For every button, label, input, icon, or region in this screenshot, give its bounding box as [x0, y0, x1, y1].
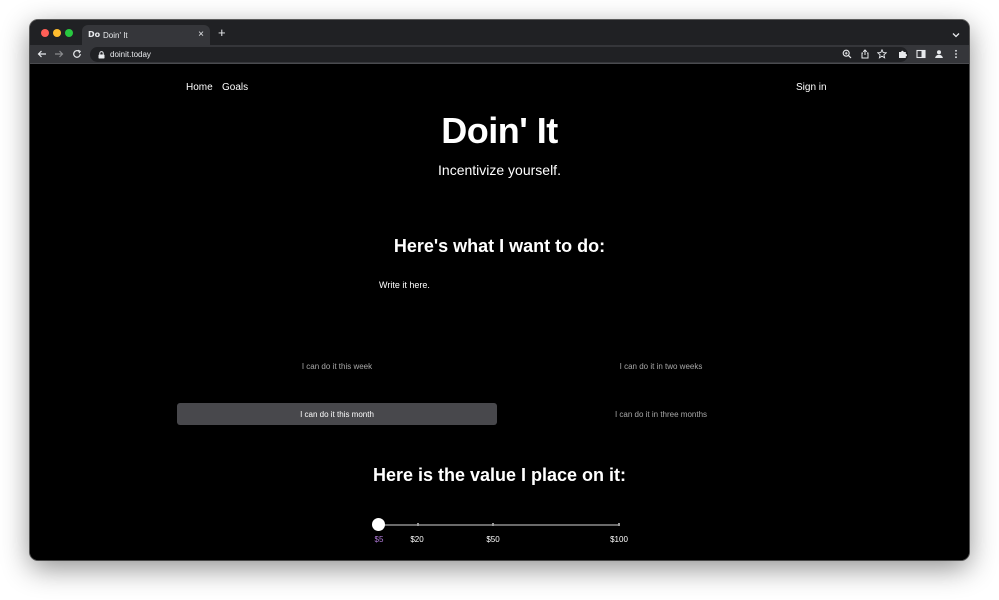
value-slider-track[interactable] [379, 524, 620, 526]
sign-in-link[interactable]: Sign in [796, 82, 827, 93]
new-tab-button[interactable]: + [218, 26, 226, 40]
url-text: doinit.today [110, 50, 151, 59]
tab-search-icon[interactable] [951, 27, 961, 38]
browser-tab[interactable]: Do Doin' It × [82, 25, 210, 45]
option-three-months[interactable]: I can do it in three months [501, 403, 821, 425]
sidebar-icon[interactable] [915, 48, 927, 60]
nav-home-link[interactable]: Home [186, 82, 213, 93]
browser-toolbar: doinit.today [30, 45, 969, 64]
arrow-left-icon[interactable] [36, 48, 48, 60]
maximize-window-button[interactable] [65, 29, 73, 37]
page-title: Doin' It [441, 110, 558, 151]
slider-label-5: $5 [374, 535, 384, 544]
minimize-window-button[interactable] [53, 29, 61, 37]
goal-input[interactable] [379, 276, 619, 294]
slider-tick [417, 523, 419, 526]
share-icon[interactable] [859, 48, 871, 60]
page-content: Home Goals Sign in Doin' It Incentivize … [30, 65, 969, 560]
zoom-icon[interactable] [841, 48, 853, 60]
option-two-weeks[interactable]: I can do it in two weeks [501, 355, 821, 377]
tab-title: Doin' It [103, 30, 128, 40]
slider-label-20: $20 [410, 535, 424, 544]
favicon-icon: Do [88, 30, 101, 39]
reload-icon[interactable] [71, 48, 83, 60]
close-tab-icon[interactable]: × [198, 30, 204, 40]
slider-tick [492, 523, 494, 526]
slider-label-100: $100 [610, 535, 628, 544]
profile-icon[interactable] [933, 48, 945, 60]
tab-strip: Do Doin' It × + [30, 20, 969, 45]
close-window-button[interactable] [41, 29, 49, 37]
nav-goals-link[interactable]: Goals [222, 82, 248, 93]
option-this-week[interactable]: I can do it this week [177, 355, 497, 377]
puzzle-icon[interactable] [897, 48, 909, 60]
slider-tick [618, 523, 620, 526]
slider-label-50: $50 [486, 535, 500, 544]
browser-window: Do Doin' It × + doinit.today Home Goals … [30, 20, 969, 560]
value-heading: Here is the value I place on it: [372, 465, 627, 485]
page-subtitle: Incentivize yourself. [438, 162, 561, 178]
lock-icon [98, 46, 105, 64]
option-this-month[interactable]: I can do it this month [177, 403, 497, 425]
goal-heading: Here's what I want to do: [393, 236, 606, 256]
address-bar[interactable]: doinit.today [90, 47, 908, 62]
kebab-menu-icon[interactable] [950, 48, 962, 60]
value-slider-thumb[interactable] [372, 518, 385, 531]
arrow-right-icon[interactable] [53, 48, 65, 60]
star-icon[interactable] [876, 48, 888, 60]
